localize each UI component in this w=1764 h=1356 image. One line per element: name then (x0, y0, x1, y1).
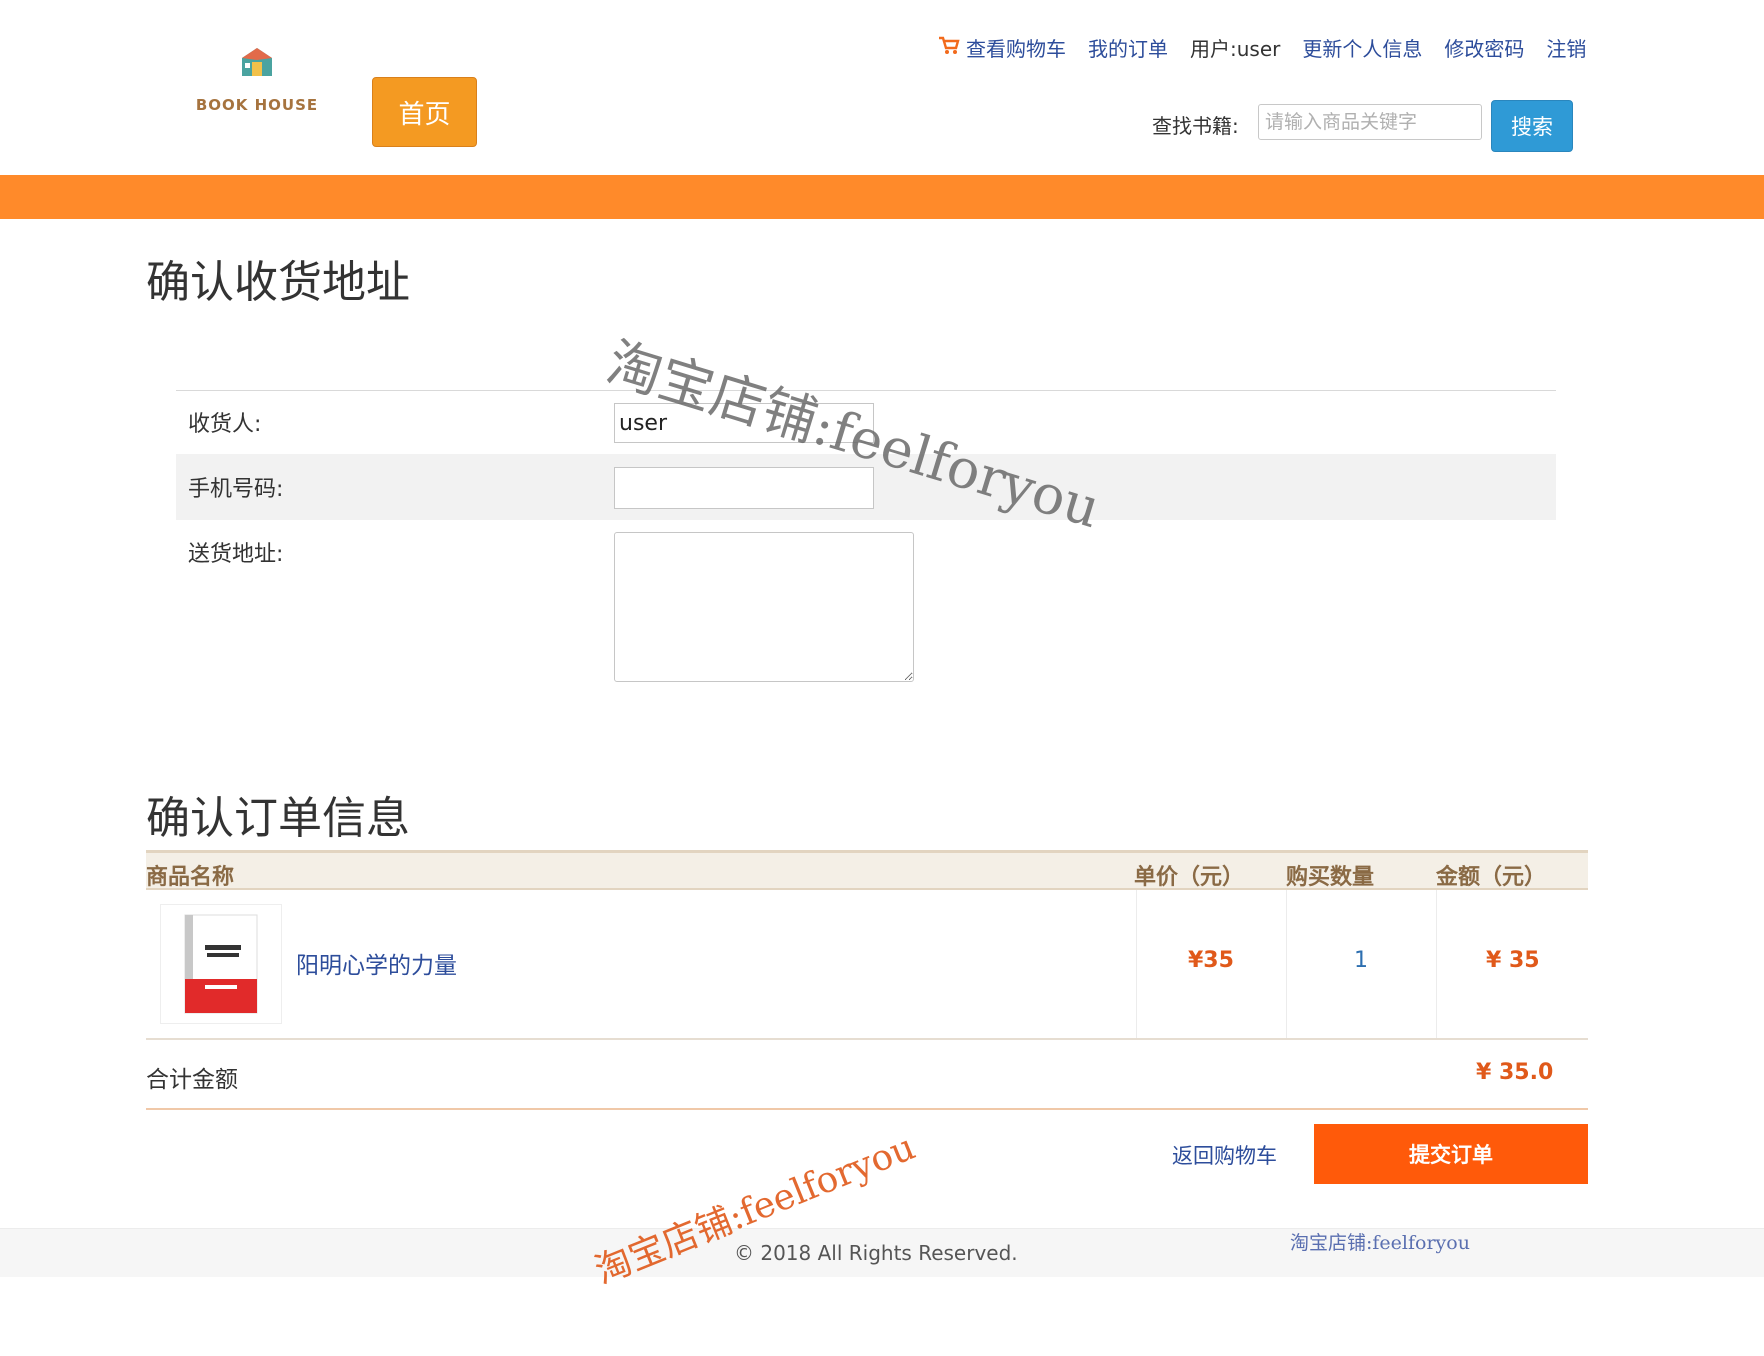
address-textarea[interactable] (614, 532, 914, 682)
col-name-header: 商品名称 (146, 865, 235, 890)
book-title-link[interactable]: 阳明心学的力量 (296, 946, 457, 980)
order-table-header: 商品名称 单价（元） 购买数量 金额（元） (146, 850, 1588, 890)
house-logo-icon (242, 48, 272, 76)
watermark-small: 淘宝店铺:feelforyou (1290, 1232, 1470, 1254)
logo-text: BOOK HOUSE (195, 96, 319, 114)
nav-logout-link[interactable]: 注销 (1546, 33, 1586, 62)
nav-password-link[interactable]: 修改密码 (1444, 33, 1524, 62)
logo[interactable]: BOOK HOUSE (178, 40, 336, 118)
nav-cart-link[interactable]: 查看购物车 (966, 33, 1066, 62)
phone-input[interactable] (614, 467, 874, 509)
quantity-value: 1 (1354, 948, 1368, 973)
orange-banner-bar (0, 175, 1764, 219)
search-input[interactable] (1258, 104, 1482, 140)
total-value: ¥ 35.0 (1476, 1060, 1554, 1085)
col-unit-price-header: 单价（元） (1134, 865, 1245, 890)
receiver-label: 收货人: (188, 412, 262, 437)
search-button[interactable]: 搜索 (1491, 100, 1573, 152)
unit-price: ¥35 (1188, 948, 1234, 973)
phone-label: 手机号码: (188, 477, 284, 502)
back-to-cart-link[interactable]: 返回购物车 (1172, 1140, 1277, 1170)
address-section-title: 确认收货地址 (146, 257, 410, 308)
cart-icon[interactable] (938, 35, 960, 60)
column-divider (1286, 890, 1287, 1038)
col-amount-header: 金额（元） (1436, 865, 1547, 890)
footer: © 2018 All Rights Reserved. (0, 1228, 1764, 1277)
column-divider (1436, 890, 1437, 1038)
column-divider (1136, 890, 1137, 1038)
book-cover-image[interactable] (160, 904, 282, 1024)
col-quantity-header: 购买数量 (1286, 865, 1375, 890)
address-label: 送货地址: (188, 542, 284, 567)
nav-orders-link[interactable]: 我的订单 (1088, 33, 1168, 62)
nav-profile-link[interactable]: 更新个人信息 (1302, 33, 1422, 62)
table-row: 阳明心学的力量 ¥35 1 ¥ 35 (146, 890, 1588, 1040)
copyright-text: © 2018 All Rights Reserved. (734, 1241, 1018, 1265)
total-label: 合计金额 (146, 1067, 238, 1093)
line-amount: ¥ 35 (1486, 948, 1540, 973)
home-button[interactable]: 首页 (372, 77, 477, 147)
nav-user-label: 用户:user (1190, 36, 1281, 61)
order-section-title: 确认订单信息 (146, 793, 410, 844)
submit-order-button[interactable]: 提交订单 (1314, 1124, 1588, 1184)
address-row: 送货地址: (176, 520, 1556, 682)
top-nav: 查看购物车 我的订单 用户:user 更新个人信息 修改密码 注销 (938, 32, 1586, 62)
total-row: 合计金额 ¥ 35.0 (146, 1040, 1588, 1110)
search-label: 查找书籍: (1152, 114, 1239, 138)
